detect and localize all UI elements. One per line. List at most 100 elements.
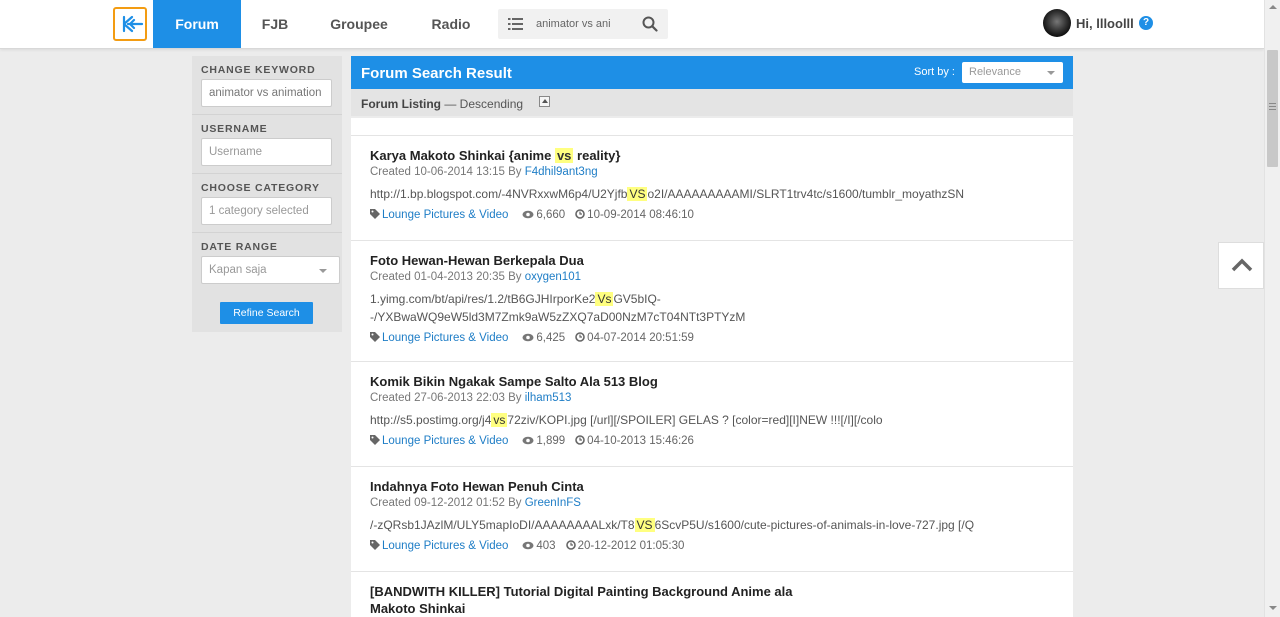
views-count: 403 (536, 540, 556, 552)
created-text: Created 10-06-2014 13:15 By (370, 166, 525, 178)
title-text: Karya Makoto Shinkai {anime (370, 148, 555, 163)
search-bar (498, 9, 668, 39)
tag-icon (370, 332, 380, 342)
collapse-toggle-icon[interactable] (539, 96, 550, 107)
tab-groupee[interactable]: Groupee (322, 0, 396, 48)
date-range-label: DATE RANGE (201, 241, 278, 253)
thread-title[interactable]: Karya Makoto Shinkai {anime vs reality} (370, 136, 1073, 164)
last-post-time: 04-10-2013 15:46:26 (587, 435, 694, 447)
results-top-divider (351, 118, 1073, 136)
category-link[interactable]: Lounge Pictures & Video (382, 209, 508, 221)
title-text: Indahnya Foto Hewan Penuh Cinta (370, 479, 584, 494)
date-range-section: DATE RANGE Kapan saja (192, 233, 342, 292)
thread-snippet: /-zQRsb1JAzlM/ULY5mapIoDI/AAAAAAAALxk/T8… (370, 516, 1020, 534)
category-select[interactable]: 1 category selected (201, 197, 332, 225)
thread-title[interactable]: Foto Hewan-Hewan Berkepala Dua (370, 241, 1073, 269)
title-highlight: vs (554, 148, 574, 163)
author-link[interactable]: F4dhil9ant3ng (525, 166, 598, 178)
thread-item: Foto Hewan-Hewan Berkepala Dua Created 01… (351, 241, 1073, 362)
chevron-up-icon (1231, 258, 1253, 272)
refine-search-button[interactable]: Refine Search (220, 302, 313, 324)
listing-label: Forum Listing (361, 97, 441, 111)
search-icon[interactable] (642, 16, 658, 32)
thread-title[interactable]: Indahnya Foto Hewan Penuh Cinta (370, 467, 1073, 495)
scrollbar-grip (1269, 103, 1276, 104)
author-link[interactable]: oxygen101 (525, 271, 581, 283)
clock-icon (575, 332, 585, 342)
username-field[interactable]: Username (201, 138, 332, 166)
refine-sidebar: CHANGE KEYWORD animator vs animation USE… (192, 56, 342, 332)
thread-created: Created 01-04-2013 20:35 By oxygen101 (370, 270, 1073, 285)
tag-icon (370, 435, 380, 445)
eye-icon (522, 210, 534, 219)
scroll-up-arrow-icon[interactable] (1269, 5, 1277, 9)
change-keyword-section: CHANGE KEYWORD animator vs animation (192, 56, 342, 115)
thread-meta: Lounge Pictures & Video 1,899 04-10-2013 1… (370, 433, 1073, 449)
title-text: Komik Bikin Ngakak Sampe Salto Ala 513 B… (370, 374, 658, 389)
tab-fjb[interactable]: FJB (253, 0, 297, 48)
question-circle-icon[interactable]: ? (1139, 16, 1153, 30)
thread-snippet: 1.yimg.com/bt/api/res/1.2/tB6GJHIrporKe2… (370, 290, 1020, 326)
chevron-down-icon (1047, 71, 1055, 75)
keyword-field[interactable]: animator vs animation (201, 79, 332, 107)
snippet-text: o2I/AAAAAAAAAMI/SLRT1trv4tc/s1600/tumblr… (647, 187, 965, 201)
author-link[interactable]: GreenInFS (525, 497, 581, 509)
tag-icon (370, 540, 380, 550)
title-text: reality} (573, 148, 621, 163)
thread-snippet: http://1.bp.blogspot.com/-4NVRxxwM6p4/U2… (370, 185, 1020, 203)
views-count: 1,899 (536, 435, 566, 447)
thread-title[interactable]: Komik Bikin Ngakak Sampe Salto Ala 513 B… (370, 362, 1073, 390)
snippet-text: 72ziv/KOPI.jpg [/url][/SPOILER] GELAS ? … (507, 413, 883, 427)
sort-select[interactable]: Relevance (962, 62, 1063, 83)
chevron-down-icon (319, 269, 327, 273)
thread-item: [BANDWITH KILLER] Tutorial Digital Paint… (351, 572, 1073, 617)
thread-meta: Lounge Pictures & Video 6,425 04-07-2014 2… (370, 330, 1073, 346)
snippet-highlight: VS (627, 187, 648, 201)
last-post-time: 20-12-2012 01:05:30 (577, 540, 685, 552)
snippet-text: http://1.bp.blogspot.com/-4NVRxxwM6p4/U2… (370, 187, 628, 201)
eye-icon (522, 333, 534, 342)
snippet-text: 1.yimg.com/bt/api/res/1.2/tB6GJHIrporKe2 (370, 292, 596, 306)
tab-forum[interactable]: Forum (153, 0, 241, 48)
date-range-value: Kapan saja (209, 264, 267, 276)
category-section: CHOOSE CATEGORY 1 category selected (192, 174, 342, 233)
snippet-text: /-zQRsb1JAzlM/ULY5mapIoDI/AAAAAAAALxk/T8 (370, 518, 635, 532)
eye-icon (522, 541, 534, 550)
page-title: Forum Search Result (361, 65, 512, 82)
user-greeting[interactable]: Hi, llloolll (1076, 16, 1134, 31)
thread-snippet: http://s5.postimg.org/j4 vs 72ziv/KOPI.jpg… (370, 411, 1020, 429)
sort-label: Sort by : (914, 66, 955, 78)
tag-icon (370, 209, 380, 219)
list-icon[interactable] (508, 17, 524, 31)
category-link[interactable]: Lounge Pictures & Video (382, 435, 508, 447)
results-list: Karya Makoto Shinkai {anime vs reality} C… (351, 118, 1073, 617)
views-count: 6,660 (536, 209, 566, 221)
author-link[interactable]: ilham513 (525, 392, 572, 404)
title-text: [BANDWITH KILLER] Tutorial Digital Paint… (370, 584, 793, 616)
clock-icon (575, 209, 585, 219)
scroll-to-top-button[interactable] (1218, 242, 1264, 289)
snippet-highlight: vs (491, 413, 508, 427)
clock-icon (575, 435, 585, 445)
thread-title[interactable]: [BANDWITH KILLER] Tutorial Digital Paint… (370, 572, 800, 617)
page-scrollbar[interactable] (1264, 0, 1280, 617)
avatar[interactable] (1043, 9, 1071, 37)
search-input[interactable] (536, 15, 628, 33)
category-link[interactable]: Lounge Pictures & Video (382, 332, 508, 344)
scrollbar-thumb[interactable] (1267, 50, 1278, 167)
change-keyword-label: CHANGE KEYWORD (201, 64, 316, 76)
kaskus-k-logo-icon (122, 15, 144, 33)
username-label: USERNAME (201, 123, 268, 135)
thread-created: Created 10-06-2014 13:15 By F4dhil9ant3n… (370, 165, 1073, 180)
category-label: CHOOSE CATEGORY (201, 182, 320, 194)
last-post-time: 04-07-2014 20:51:59 (587, 332, 694, 344)
kaskus-logo[interactable] (113, 7, 147, 41)
date-range-select[interactable]: Kapan saja (201, 256, 340, 284)
thread-created: Created 09-12-2012 01:52 By GreenInFS (370, 496, 1073, 511)
results-header: Forum Search Result Sort by : Relevance (351, 56, 1073, 89)
tab-radio[interactable]: Radio (422, 0, 480, 48)
category-link[interactable]: Lounge Pictures & Video (382, 540, 508, 552)
scroll-down-arrow-icon[interactable] (1269, 606, 1277, 610)
thread-item: Komik Bikin Ngakak Sampe Salto Ala 513 B… (351, 362, 1073, 467)
snippet-text: 6ScvP5U/s1600/cute-pictures-of-animals-i… (654, 518, 975, 532)
